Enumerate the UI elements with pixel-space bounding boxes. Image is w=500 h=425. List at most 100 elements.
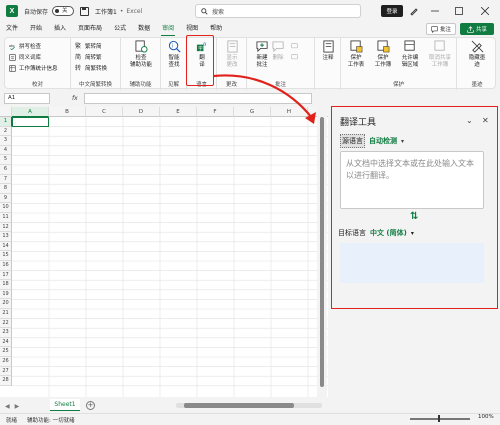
column-header[interactable]: A	[12, 107, 49, 117]
delete-comment-button[interactable]: 删除	[269, 40, 287, 62]
row-header[interactable]: 4	[0, 145, 12, 156]
zoom-slider[interactable]	[410, 418, 470, 420]
column-header[interactable]: G	[234, 107, 271, 117]
status-accessibility[interactable]: 辅助功能: 一切就绪	[27, 416, 75, 424]
horizontal-scroll-thumb[interactable]	[184, 403, 294, 408]
menu-tab-2[interactable]: 插入	[48, 22, 72, 36]
row-header[interactable]: 25	[0, 347, 12, 357]
select-all-corner[interactable]	[0, 107, 12, 117]
thesaurus-button[interactable]: 同义词库	[9, 52, 41, 62]
active-cell[interactable]	[12, 117, 49, 127]
row-header[interactable]: 24	[0, 337, 12, 348]
column-header[interactable]: D	[123, 107, 160, 117]
column-header[interactable]: H	[271, 107, 308, 117]
sheet-tab-sheet1[interactable]: Sheet1	[50, 399, 80, 411]
column-header[interactable]: F	[197, 107, 234, 117]
previous-comment-button[interactable]	[291, 41, 301, 51]
next-comment-button[interactable]	[291, 52, 301, 62]
row-header[interactable]: 12	[0, 222, 12, 233]
spell-check-button[interactable]: abc 拼写检查	[9, 41, 41, 51]
menu-tab-7[interactable]: 视图	[180, 22, 204, 36]
close-button[interactable]	[474, 0, 496, 22]
zoom-slider-knob[interactable]	[438, 415, 440, 422]
chinese-convert-button[interactable]: 转 简繁转换	[75, 63, 107, 73]
menu-tab-5[interactable]: 数据	[132, 22, 156, 36]
row-header[interactable]: 21	[0, 309, 12, 319]
show-changes-button[interactable]: 显示 更改	[219, 40, 245, 68]
vertical-scrollbar[interactable]	[317, 107, 327, 399]
add-sheet-button[interactable]: +	[86, 401, 95, 410]
sheet-nav-next-icon[interactable]: ▶	[15, 403, 20, 410]
row-header[interactable]: 18	[0, 280, 12, 290]
name-box[interactable]: A1	[4, 92, 50, 104]
share-button[interactable]: 共享	[460, 23, 494, 35]
row-header[interactable]: 15	[0, 251, 12, 261]
column-header[interactable]: C	[86, 107, 123, 117]
zoom-percent[interactable]: 100%	[478, 414, 494, 420]
simp-to-trad-button[interactable]: 简 简转繁	[75, 52, 102, 62]
column-header[interactable]: E	[160, 107, 197, 117]
menu-tab-0[interactable]: 文件	[0, 22, 24, 36]
row-header[interactable]: 20	[0, 299, 12, 309]
column-header[interactable]: B	[49, 107, 86, 117]
row-header[interactable]: 13	[0, 232, 12, 242]
check-accessibility-button[interactable]: 检查 辅助功能	[128, 40, 154, 68]
smart-lookup-button[interactable]: i 智能 查找	[161, 40, 187, 68]
row-header[interactable]: 2	[0, 126, 12, 137]
pen-icon[interactable]	[409, 6, 419, 16]
simp-to-trad-icon: 简	[75, 53, 82, 61]
thesaurus-icon	[9, 53, 16, 61]
vertical-scroll-thumb[interactable]	[320, 117, 324, 387]
trad-to-simp-button[interactable]: 繁 繁转简	[75, 41, 102, 51]
save-icon[interactable]	[80, 6, 90, 16]
menu-tab-1[interactable]: 开始	[24, 22, 48, 36]
comments-button[interactable]: 批注	[426, 23, 456, 35]
search-input[interactable]: 搜索	[195, 4, 361, 18]
menu-tab-4[interactable]: 公式	[108, 22, 132, 36]
row-header[interactable]: 6	[0, 165, 12, 175]
spreadsheet-grid[interactable]: ABCDEFGHI1234567891011121314151617181920…	[0, 107, 328, 397]
maximize-button[interactable]	[448, 0, 470, 22]
fx-icon[interactable]: fx	[72, 95, 78, 102]
row-header[interactable]: 16	[0, 261, 12, 271]
row-header[interactable]: 11	[0, 213, 12, 223]
allow-edit-ranges-button[interactable]: 允许编 辑区域	[397, 40, 423, 68]
minimize-button[interactable]	[424, 0, 446, 22]
notes-button[interactable]: 注释	[315, 40, 341, 62]
sheet-nav-prev-icon[interactable]: ◀	[5, 403, 10, 410]
row-header[interactable]: 28	[0, 376, 12, 386]
menu-tab-8[interactable]: 帮助	[204, 22, 228, 36]
close-icon	[481, 7, 489, 15]
menu-tab-6[interactable]: 审阅	[156, 22, 180, 36]
row-header[interactable]: 27	[0, 366, 12, 377]
protect-sheet-button[interactable]: 保护 工作表	[343, 40, 369, 68]
notes-icon	[322, 40, 334, 53]
hide-ink-button[interactable]: 隐藏墨 迹	[464, 40, 490, 68]
autosave-toggle[interactable]: 关	[52, 6, 75, 16]
row-header[interactable]: 8	[0, 184, 12, 194]
row-header[interactable]: 5	[0, 155, 12, 165]
unshare-workbook-button[interactable]: 取消共享 工作簿	[425, 40, 455, 68]
allow-edit-ranges-icon	[404, 40, 415, 51]
autosave-state: 关	[62, 8, 68, 14]
row-header[interactable]: 23	[0, 328, 12, 338]
menu-tab-3[interactable]: 页面布局	[72, 22, 108, 36]
row-header[interactable]: 3	[0, 136, 12, 146]
workbook-statistics-button[interactable]: 工作簿统计信息	[9, 63, 58, 73]
row-header[interactable]: 14	[0, 241, 12, 252]
formula-input[interactable]	[83, 92, 312, 104]
row-header[interactable]: 17	[0, 270, 12, 281]
row-header[interactable]: 7	[0, 174, 12, 185]
horizontal-scrollbar[interactable]	[176, 403, 322, 408]
translate-annotation-box	[186, 35, 214, 86]
row-header[interactable]: 22	[0, 318, 12, 329]
row-header[interactable]: 9	[0, 193, 12, 204]
protect-workbook-button[interactable]: 保护 工作簿	[370, 40, 396, 68]
row-header[interactable]: 10	[0, 203, 12, 213]
row-header[interactable]: 1	[0, 117, 12, 127]
unshare-workbook-icon	[434, 40, 445, 51]
login-button[interactable]: 登录	[381, 5, 403, 17]
protect-sheet-label: 保护 工作表	[347, 55, 365, 68]
row-header[interactable]: 19	[0, 289, 12, 300]
row-header[interactable]: 26	[0, 357, 12, 367]
